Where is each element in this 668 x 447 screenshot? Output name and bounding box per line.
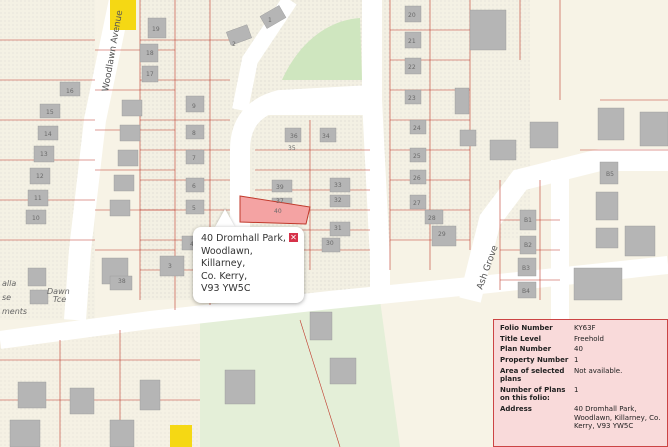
house-number: 1 xyxy=(268,17,272,24)
house-number: 16 xyxy=(66,88,74,95)
folio-key: Number of Plans on this folio: xyxy=(500,385,566,403)
house-number: 34 xyxy=(322,133,330,140)
house-number: 31 xyxy=(334,225,342,232)
place-label-alla: alla xyxy=(2,279,16,288)
house-number: 14 xyxy=(44,131,52,138)
house-number: 26 xyxy=(413,175,421,182)
house-number: 27 xyxy=(413,200,421,207)
house-number: 22 xyxy=(408,64,416,71)
house-number: 10 xyxy=(32,215,40,222)
folio-value: 1 xyxy=(574,385,579,394)
house-number: 21 xyxy=(408,38,416,45)
house-number: 25 xyxy=(413,153,421,160)
address-callout: ✕ 40 Dromhall Park, Woodlawn, Killarney,… xyxy=(193,227,304,303)
house-number: 30 xyxy=(326,240,334,247)
house-number: 13 xyxy=(40,151,48,158)
house-number: 19 xyxy=(152,26,160,33)
house-number: 40 xyxy=(274,208,282,215)
callout-address-line: Killarney, xyxy=(201,258,246,269)
house-number: 3 xyxy=(168,263,172,270)
house-number: 18 xyxy=(146,50,154,57)
table-row: Property Number 1 xyxy=(498,356,663,367)
house-number: B5 xyxy=(606,171,614,178)
table-row: Number of Plans on this folio: 1 xyxy=(498,386,663,405)
folio-info-panel: Folio Number KY63F Title Level Freehold … xyxy=(493,319,668,447)
callout-address-line: Woodlawn, xyxy=(201,245,253,257)
house-number: 6 xyxy=(192,183,196,190)
folio-value: KY63F xyxy=(574,324,596,332)
house-number: 11 xyxy=(34,195,42,202)
house-number: 35 xyxy=(288,145,296,152)
house-number: 37 xyxy=(276,198,284,205)
table-row: Area of selected plans Not available. xyxy=(498,367,663,386)
house-number: 32 xyxy=(334,197,342,204)
callout-address-line: V93 YW5C xyxy=(201,283,251,294)
house-number: 29 xyxy=(438,231,446,238)
folio-key: Title Level xyxy=(500,334,542,343)
folio-value: Not available. xyxy=(574,366,623,375)
close-icon[interactable]: ✕ xyxy=(289,233,298,242)
table-row: Title Level Freehold xyxy=(498,335,663,346)
callout-address-line: Co. Kerry, xyxy=(201,270,248,282)
callout-pointer xyxy=(215,209,235,227)
table-row: Plan Number 40 xyxy=(498,345,663,356)
house-number: 24 xyxy=(413,125,421,132)
house-number: 38 xyxy=(118,278,126,285)
house-number: 7 xyxy=(192,155,196,162)
house-number: 36 xyxy=(290,133,298,140)
yellow-road-south xyxy=(170,425,192,447)
house-number: 20 xyxy=(408,12,416,19)
house-number: B3 xyxy=(522,265,530,272)
house-number: 33 xyxy=(334,182,342,189)
house-number: 2 xyxy=(232,41,236,48)
house-number: 28 xyxy=(428,215,436,222)
house-number: B2 xyxy=(524,242,532,249)
house-number: 5 xyxy=(192,205,196,212)
folio-key: Property Number xyxy=(500,356,569,365)
house-number: 9 xyxy=(192,103,196,110)
house-number: 12 xyxy=(36,173,44,180)
table-row: Folio Number KY63F xyxy=(498,324,663,335)
folio-value: 40 xyxy=(574,345,583,354)
place-label-ments: ments xyxy=(2,307,27,316)
folio-key: Folio Number xyxy=(500,324,553,332)
house-number: 39 xyxy=(276,184,284,191)
house-number: 23 xyxy=(408,95,416,102)
folio-key: Area of selected plans xyxy=(500,366,565,384)
house-number: 8 xyxy=(192,130,196,137)
folio-value: 40 Dromhall Park, Woodlawn, Killarney, C… xyxy=(574,405,661,431)
folio-key: Address xyxy=(500,405,532,414)
place-label-se: se xyxy=(2,293,11,302)
folio-info-table: Folio Number KY63F Title Level Freehold … xyxy=(498,324,663,433)
folio-value: Freehold xyxy=(574,334,604,343)
callout-address-line: 40 Dromhall Park, xyxy=(201,233,286,244)
house-number: 17 xyxy=(146,71,154,78)
folio-value: 1 xyxy=(574,356,579,365)
table-row: Address 40 Dromhall Park, Woodlawn, Kill… xyxy=(498,405,663,433)
house-number: B4 xyxy=(522,288,530,295)
place-label-tce: Tce xyxy=(53,295,66,304)
house-number: B1 xyxy=(524,217,532,224)
folio-key: Plan Number xyxy=(500,345,552,354)
house-number: 15 xyxy=(46,109,54,116)
